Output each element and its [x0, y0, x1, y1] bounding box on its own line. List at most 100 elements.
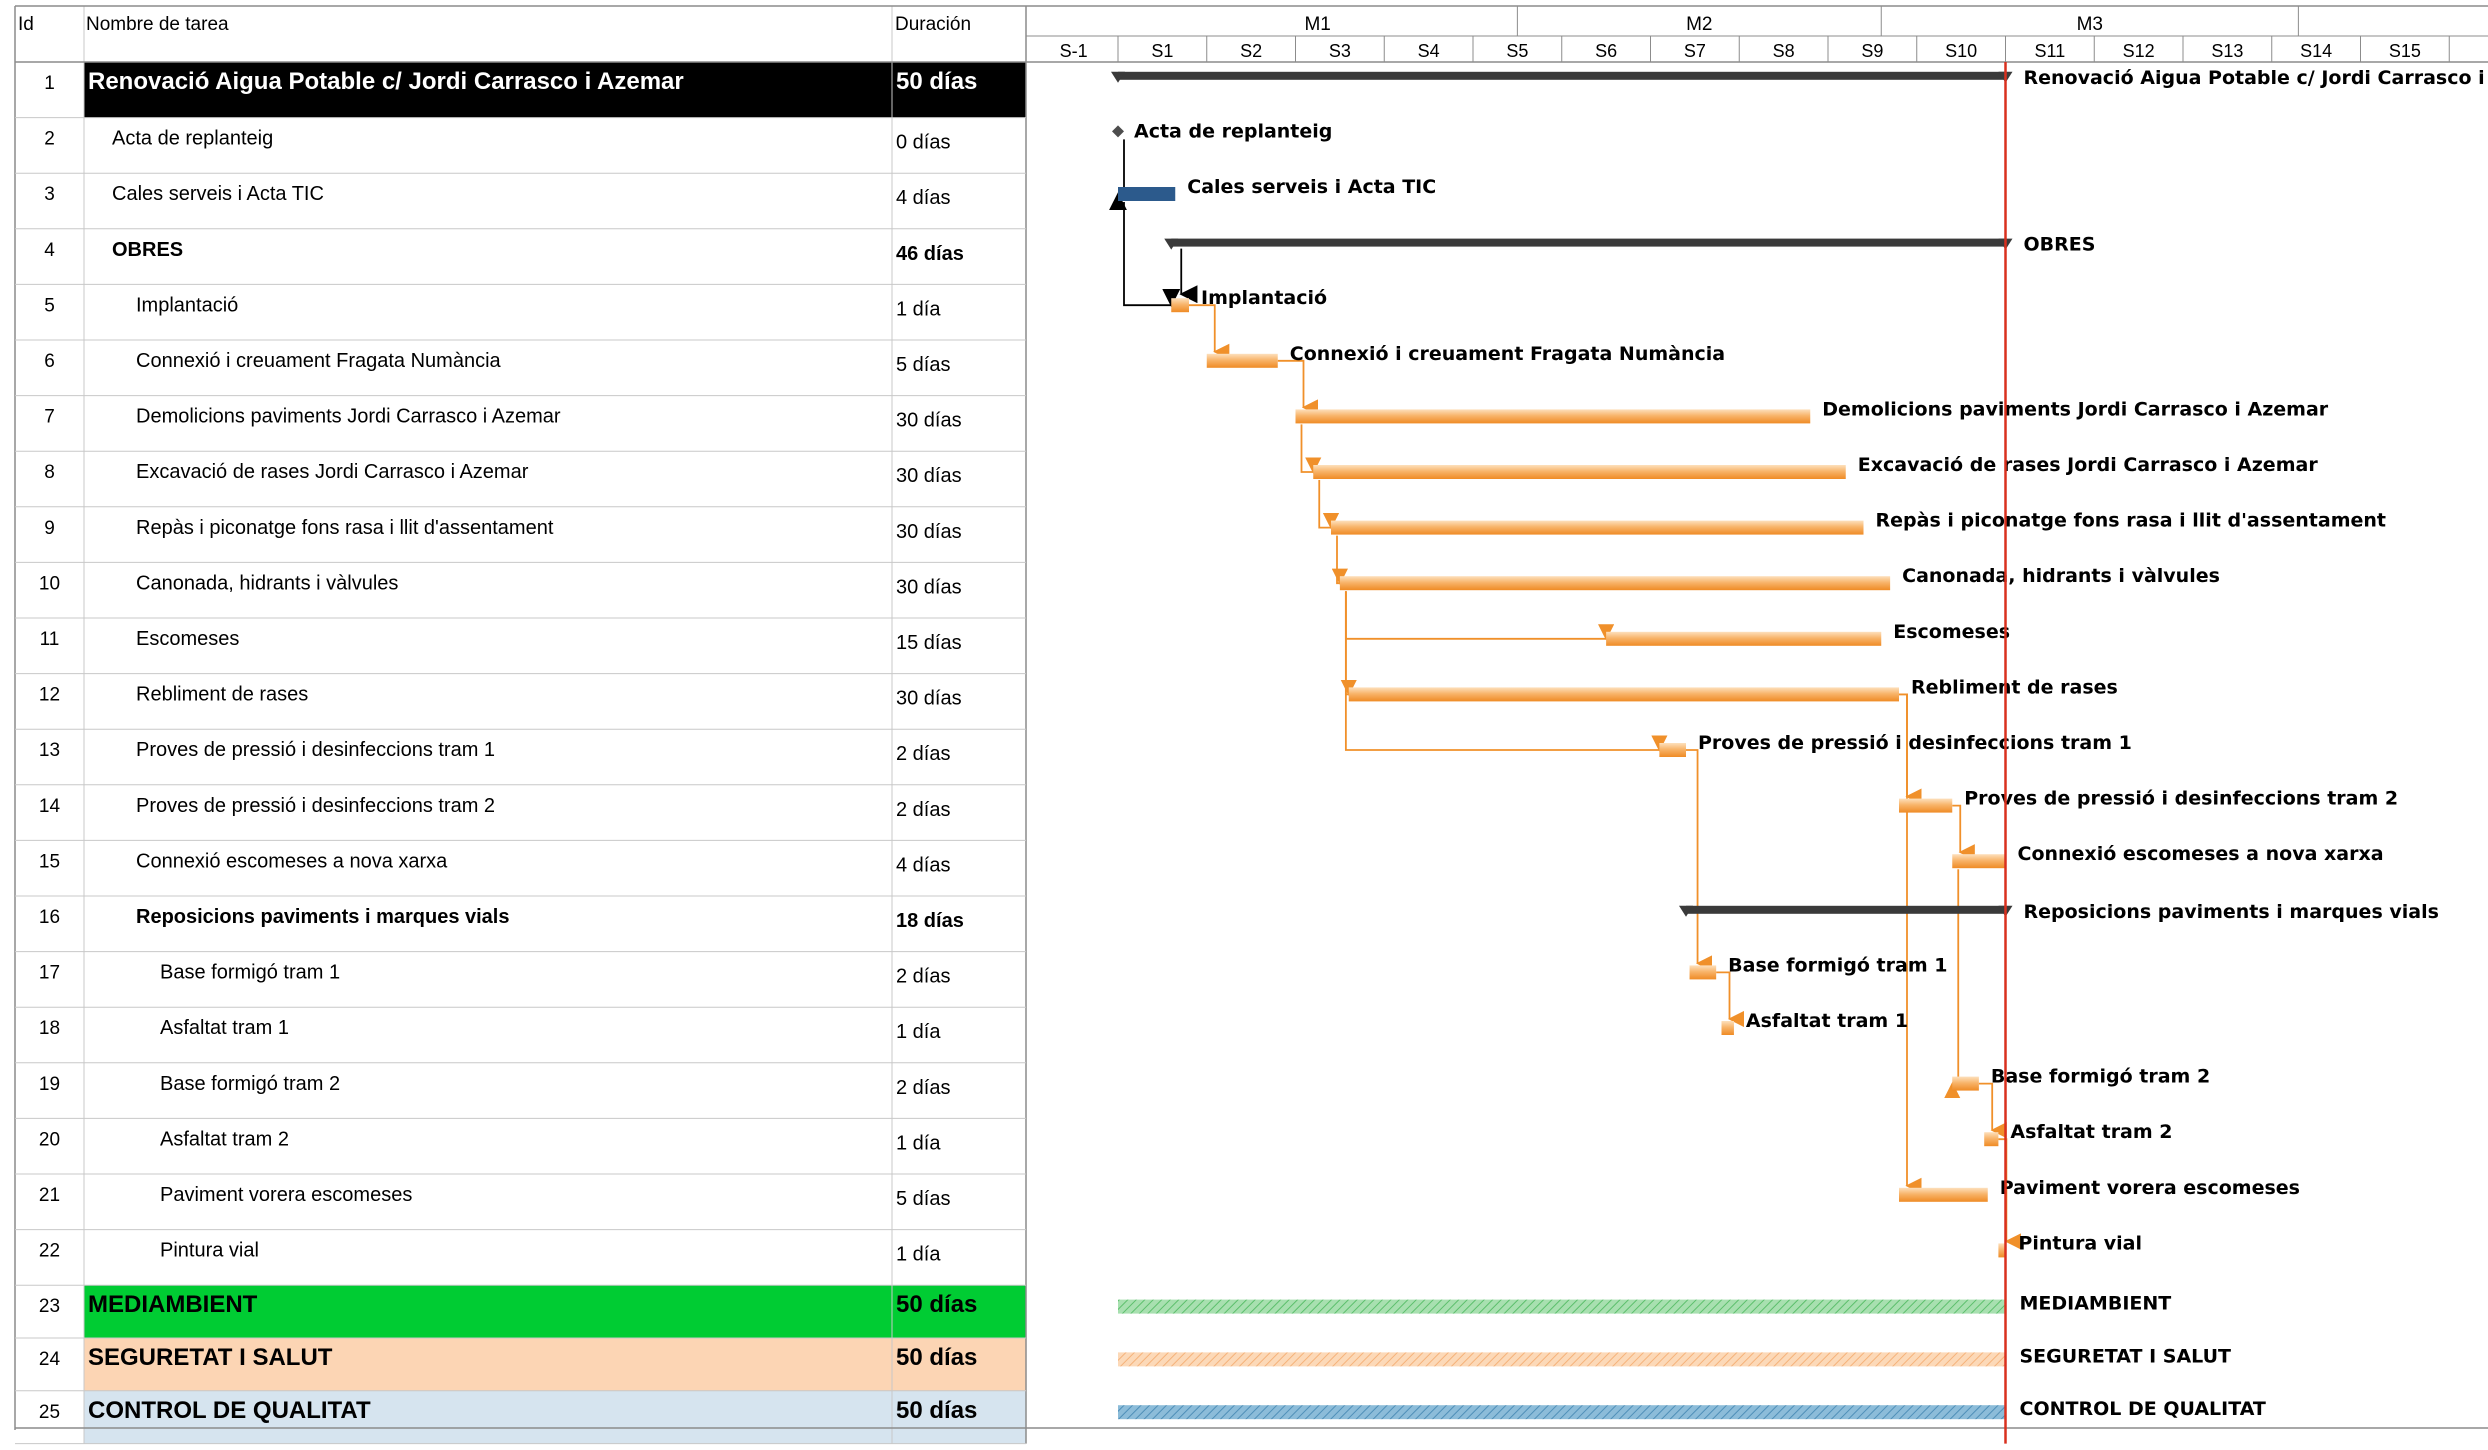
task-duration-15[interactable]: 4 días — [896, 854, 950, 876]
task-bar-25[interactable] — [1118, 1405, 2006, 1420]
task-name-5[interactable]: Implantació — [136, 294, 238, 316]
week-label: S3 — [1329, 41, 1351, 61]
task-name-10[interactable]: Canonada, hidrants i vàlvules — [136, 572, 398, 594]
task-name-13[interactable]: Proves de pressió i desinfeccions tram 1 — [136, 739, 495, 761]
task-id: 7 — [44, 407, 55, 428]
task-name-23[interactable]: MEDIAMBIENT — [88, 1291, 258, 1318]
task-duration-24[interactable]: 50 días — [896, 1344, 977, 1371]
task-bar-18[interactable] — [1721, 1021, 1734, 1035]
task-duration-6[interactable]: 5 días — [896, 354, 950, 376]
task-duration-23[interactable]: 50 días — [896, 1291, 977, 1318]
task-bar-10[interactable] — [1339, 576, 1891, 591]
task-duration-10[interactable]: 30 días — [896, 576, 962, 598]
task-duration-18[interactable]: 1 día — [896, 1021, 941, 1043]
task-id: 2 — [44, 129, 55, 150]
task-bar-8[interactable] — [1313, 465, 1846, 479]
task-name-4[interactable]: OBRES — [112, 239, 183, 261]
task-name-16[interactable]: Reposicions paviments i marques vials — [136, 906, 509, 928]
task-id: 24 — [39, 1349, 61, 1370]
task-duration-8[interactable]: 30 días — [896, 465, 962, 487]
milestone-diamond[interactable] — [1112, 125, 1124, 138]
summary-bar-1[interactable] — [1118, 71, 2006, 80]
task-name-19[interactable]: Base formigó tram 2 — [160, 1073, 340, 1095]
task-duration-25[interactable]: 50 días — [896, 1397, 977, 1424]
task-name-7[interactable]: Demolicions paviments Jordi Carrasco i A… — [136, 406, 561, 428]
dependency-link — [1109, 139, 1127, 211]
task-name-2[interactable]: Acta de replanteig — [112, 128, 273, 150]
task-name-20[interactable]: Asfaltat tram 2 — [160, 1128, 289, 1150]
task-name-22[interactable]: Pintura vial — [160, 1240, 259, 1262]
task-name-6[interactable]: Connexió i creuament Fragata Numància — [136, 350, 502, 372]
bar-label-6: Connexió i creuament Fragata Numància — [1290, 343, 1725, 365]
task-duration-4[interactable]: 46 días — [896, 243, 964, 265]
task-bar-21[interactable] — [1899, 1187, 1988, 1202]
task-name-21[interactable]: Paviment vorera escomeses — [160, 1184, 412, 1206]
task-duration-11[interactable]: 15 días — [896, 632, 962, 654]
task-id: 13 — [39, 740, 60, 761]
task-name-8[interactable]: Excavació de rases Jordi Carrasco i Azem… — [136, 461, 529, 483]
column-headers: Id Nombre de tarea Duración — [18, 14, 971, 35]
summary-bar-4[interactable] — [1171, 238, 2006, 247]
task-bar-12[interactable] — [1348, 687, 1899, 702]
task-name-1[interactable]: Renovació Aigua Potable c/ Jordi Carrasc… — [88, 68, 684, 95]
task-bar-19[interactable] — [1952, 1076, 1979, 1091]
task-rows: 1 Renovació Aigua Potable c/ Jordi Carras… — [39, 68, 977, 1424]
task-bar-17[interactable] — [1689, 965, 1717, 980]
task-name-9[interactable]: Repàs i piconatge fons rasa i llit d'ass… — [136, 517, 554, 539]
month-label: M1 — [1304, 14, 1330, 35]
task-duration-14[interactable]: 2 días — [896, 799, 950, 821]
task-duration-22[interactable]: 1 día — [896, 1244, 941, 1266]
task-duration-20[interactable]: 1 día — [896, 1132, 941, 1154]
task-name-15[interactable]: Connexió escomeses a nova xarxa — [136, 850, 448, 872]
task-bar-23[interactable] — [1118, 1299, 2006, 1314]
month-label: M3 — [2077, 14, 2103, 35]
task-bar-9[interactable] — [1331, 520, 1864, 535]
task-duration-9[interactable]: 30 días — [896, 521, 962, 543]
task-duration-2[interactable]: 0 días — [896, 132, 950, 154]
task-duration-3[interactable]: 4 días — [896, 187, 950, 209]
task-duration-12[interactable]: 30 días — [896, 688, 962, 710]
task-duration-17[interactable]: 2 días — [896, 966, 950, 988]
bar-label-7: Demolicions paviments Jordi Carrasco i A… — [1822, 398, 2329, 420]
task-bar-24[interactable] — [1118, 1352, 2006, 1367]
task-bar-13[interactable] — [1659, 743, 1686, 757]
task-id: 1 — [44, 73, 55, 94]
task-bar-6[interactable] — [1206, 353, 1278, 368]
task-name-17[interactable]: Base formigó tram 1 — [160, 962, 340, 984]
task-bar-15[interactable] — [1952, 854, 2006, 869]
task-bar-5[interactable] — [1171, 298, 1189, 313]
task-bar-20[interactable] — [1984, 1132, 1999, 1147]
task-id: 19 — [39, 1074, 60, 1095]
task-name-24[interactable]: SEGURETAT I SALUT — [88, 1344, 333, 1371]
summary-bar-16[interactable] — [1686, 905, 2006, 914]
task-duration-13[interactable]: 2 días — [896, 743, 950, 765]
task-duration-21[interactable]: 5 días — [896, 1188, 950, 1210]
task-name-14[interactable]: Proves de pressió i desinfeccions tram 2 — [136, 795, 495, 817]
task-bar-11[interactable] — [1606, 631, 1882, 646]
task-bar-14[interactable] — [1899, 798, 1953, 813]
bar-label-20: Asfaltat tram 2 — [2010, 1121, 2172, 1143]
task-id: 11 — [40, 629, 60, 650]
task-duration-16[interactable]: 18 días — [896, 910, 964, 932]
bar-label-12: Rebliment de rases — [1911, 676, 2118, 698]
task-name-18[interactable]: Asfaltat tram 1 — [160, 1017, 289, 1039]
dependency-link — [1952, 804, 1975, 861]
task-name-3[interactable]: Cales serveis i Acta TIC — [112, 183, 324, 205]
task-bar-7[interactable] — [1295, 409, 1811, 424]
task-name-25[interactable]: CONTROL DE QUALITAT — [88, 1397, 371, 1424]
task-duration-7[interactable]: 30 días — [896, 410, 962, 432]
bar-label-16: Reposicions paviments i marques vials — [2024, 901, 2439, 923]
task-bar-3[interactable] — [1118, 187, 1176, 201]
task-duration-19[interactable]: 2 días — [896, 1077, 950, 1099]
bar-label-18: Asfaltat tram 1 — [1746, 1010, 1908, 1032]
dependency-link — [1899, 693, 1922, 1194]
week-label: S12 — [2123, 41, 2155, 61]
task-duration-5[interactable]: 1 día — [896, 298, 941, 320]
task-name-12[interactable]: Rebliment de rases — [136, 684, 308, 706]
task-name-11[interactable]: Escomeses — [136, 628, 239, 650]
timescale: M1 M2 M3 S-1 S1 S2 S3 S4 S5 S6 S7 S8 S9 S10 S11 S12 S13 S… — [1026, 6, 2488, 62]
task-duration-1[interactable]: 50 días — [896, 68, 977, 95]
task-id: 16 — [39, 907, 60, 928]
bar-label-22: Pintura vial — [2018, 1232, 2142, 1254]
task-id: 17 — [39, 963, 60, 984]
